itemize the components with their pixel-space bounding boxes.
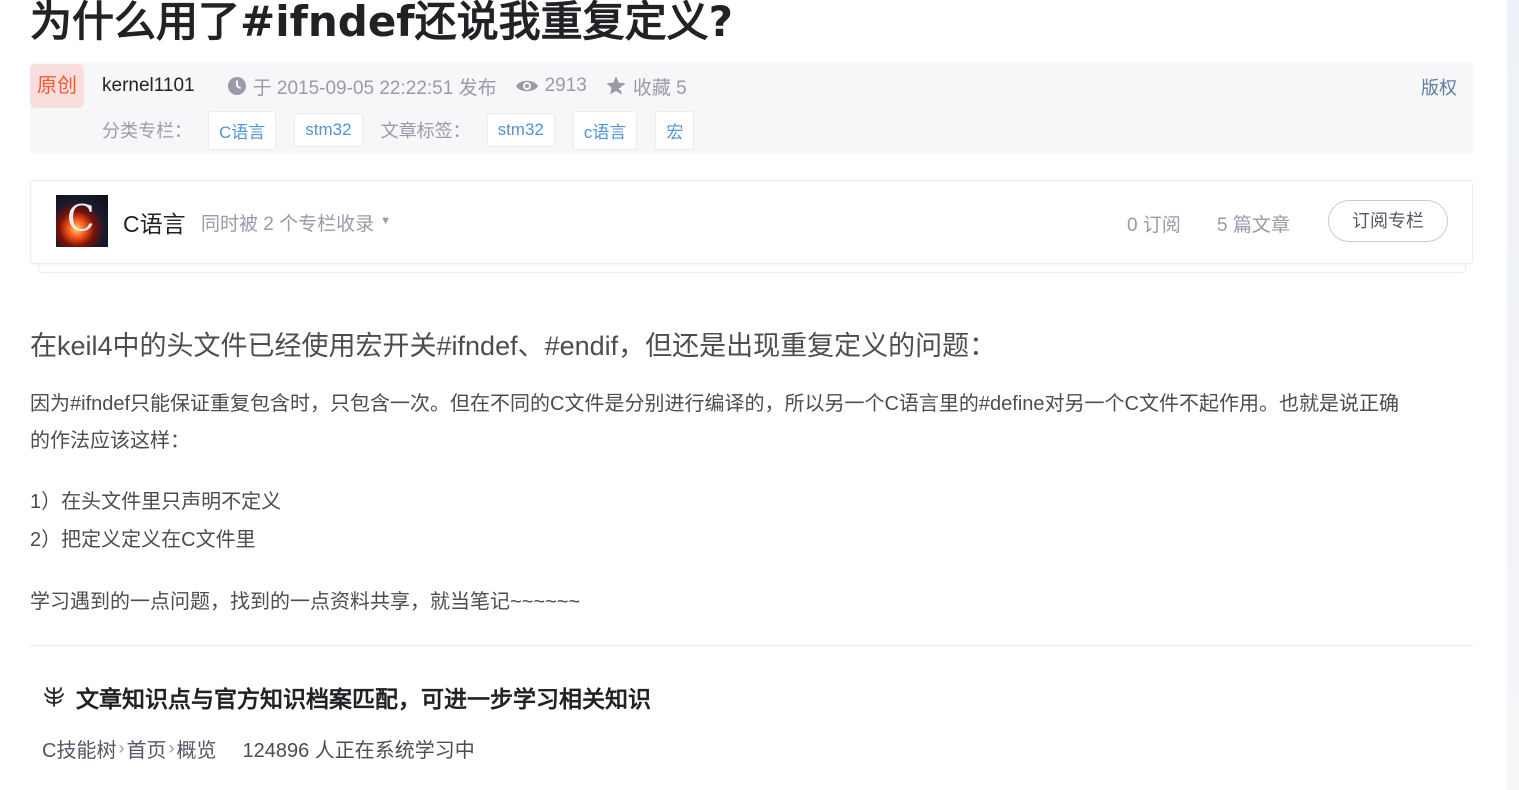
knowledge-breadcrumb: C技能树 › 首页 › 概览 124896 人正在系统学习中 bbox=[42, 734, 475, 763]
eye-icon bbox=[515, 80, 538, 92]
view-count: 2913 bbox=[515, 75, 587, 97]
paragraph-line-2: 的作法应该这样： bbox=[30, 430, 190, 452]
paragraph-line-1: 因为#ifndef只能保证重复包含时，只包含一次。但在不同的C文件是分别进行编译… bbox=[30, 393, 1399, 415]
column-subscribers: 0 订阅 bbox=[1127, 215, 1181, 236]
favorite-text: 收藏 5 bbox=[632, 77, 687, 99]
article-meta-box: 原创 kernel1101 于 2015-09-05 22:22:51 发布 2… bbox=[30, 62, 1473, 154]
column-included-text: 同时被 2 个专栏收录 bbox=[201, 214, 375, 235]
category-tag-c[interactable]: C语言 bbox=[208, 110, 277, 150]
publish-time: 于 2015-09-05 22:22:51 发布 bbox=[227, 73, 497, 100]
chevron-right-icon: › bbox=[168, 738, 175, 758]
copyright-link[interactable]: 版权 bbox=[1421, 74, 1457, 100]
knowledge-title: 文章知识点与官方知识档案匹配，可进一步学习相关知识 bbox=[76, 686, 651, 712]
article-title: 为什么用了#ifndef还说我重复定义? bbox=[30, 0, 733, 46]
column-thumbnail[interactable]: C bbox=[56, 195, 108, 247]
category-tag-stm32[interactable]: stm32 bbox=[294, 113, 363, 147]
article-tag-c[interactable]: c语言 bbox=[572, 110, 638, 150]
breadcrumb-home[interactable]: 首页 bbox=[126, 734, 166, 763]
view-count-text: 2913 bbox=[544, 75, 587, 96]
learner-count: 124896 人正在系统学习中 bbox=[242, 740, 475, 762]
clock-icon bbox=[227, 77, 246, 95]
subscribe-column-button[interactable]: 订阅专栏 bbox=[1328, 200, 1448, 242]
star-icon bbox=[606, 76, 626, 95]
list-item-1: 1）在头文件里只声明不定义 bbox=[30, 491, 282, 513]
closing-paragraph: 学习遇到的一点问题，找到的一点资料共享，就当笔记~~~~~~ bbox=[30, 591, 581, 613]
author-link[interactable]: kernel1101 bbox=[102, 75, 195, 97]
category-label: 分类专栏： bbox=[102, 121, 192, 141]
article-tag-stm32[interactable]: stm32 bbox=[486, 113, 555, 147]
article-tag-macro[interactable]: 宏 bbox=[655, 110, 695, 150]
breadcrumb-c-skill-tree[interactable]: C技能树 bbox=[42, 734, 116, 763]
publish-time-text: 于 2015-09-05 22:22:51 发布 bbox=[252, 77, 497, 99]
column-name[interactable]: C语言 bbox=[123, 205, 186, 239]
content-divider bbox=[30, 645, 1473, 646]
knowledge-header: 文章知识点与官方知识档案匹配，可进一步学习相关知识 bbox=[42, 680, 651, 714]
meta-row-tags: 分类专栏： C语言 stm32 文章标签： stm32 c语言 宏 bbox=[102, 110, 712, 150]
meta-row-info: kernel1101 于 2015-09-05 22:22:51 发布 2913… bbox=[102, 72, 705, 100]
scrollbar-gutter[interactable] bbox=[1507, 0, 1519, 790]
original-badge: 原创 bbox=[30, 64, 84, 108]
caret-down-icon: ▼ bbox=[380, 214, 392, 227]
column-card: C C语言 同时被 2 个专栏收录 ▼ 0 订阅 5 篇文章 订阅专栏 bbox=[30, 180, 1473, 264]
article-heading: 在keil4中的头文件已经使用宏开关#ifndef、#endif，但还是出现重复… bbox=[30, 331, 997, 361]
column-included-dropdown[interactable]: 同时被 2 个专栏收录 ▼ bbox=[201, 209, 391, 236]
breadcrumb-overview[interactable]: 概览 bbox=[176, 734, 216, 763]
favorite-button[interactable]: 收藏 5 bbox=[605, 73, 687, 100]
chevron-right-icon: › bbox=[118, 738, 125, 758]
column-thumbnail-letter: C bbox=[67, 199, 95, 240]
knowledge-tree-icon bbox=[44, 687, 64, 707]
list-item-2: 2）把定义定义在C文件里 bbox=[30, 529, 256, 551]
column-article-count: 5 篇文章 bbox=[1217, 215, 1290, 236]
tag-label: 文章标签： bbox=[380, 121, 471, 141]
